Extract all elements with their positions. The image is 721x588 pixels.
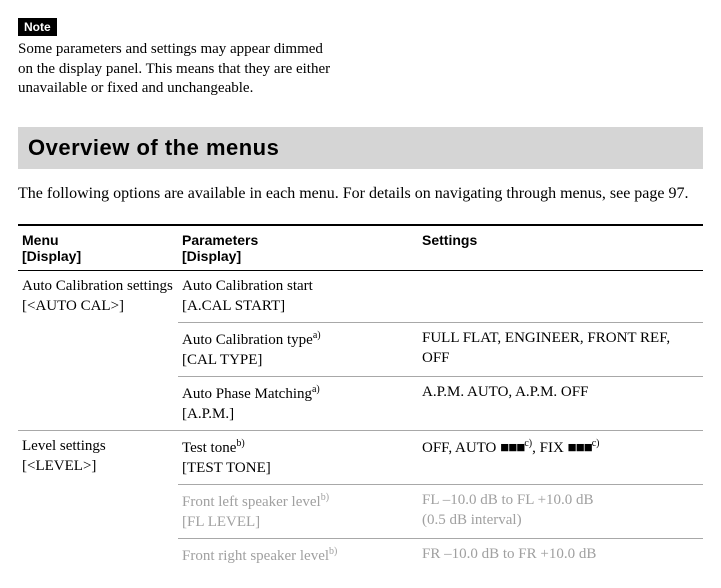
block-icon: ■■■ [568, 440, 592, 456]
param-cell: Front left speaker levelb) [FL LEVEL] [178, 485, 418, 539]
table-row: Level settings [<LEVEL>] Test toneb) [TE… [18, 431, 703, 485]
param-cell: Auto Phase Matchinga) [A.P.M.] [178, 377, 418, 431]
param-name: Auto Calibration start [182, 278, 313, 294]
footnote-ref: a) [313, 330, 321, 341]
col-settings-l1: Settings [422, 232, 477, 248]
param-display: [FL LEVEL] [182, 514, 260, 530]
footnote-ref: a) [312, 384, 320, 395]
menu-display: [<AUTO CAL>] [22, 298, 124, 314]
menu-name: Level settings [22, 438, 106, 454]
footnote-ref: c) [592, 438, 600, 449]
footnote-ref: b) [329, 546, 337, 557]
param-display: [TEST TONE] [182, 460, 271, 476]
menu-cell: Auto Calibration settings [<AUTO CAL>] [18, 271, 178, 431]
setting-cell: FULL FLAT, ENGINEER, FRONT REF, OFF [418, 323, 703, 377]
intro-text: The following options are available in e… [18, 183, 703, 205]
setting-part: OFF, AUTO [422, 440, 500, 456]
param-cell: Auto Calibration start [A.CAL START] [178, 271, 418, 323]
param-name: Auto Phase Matching [182, 386, 312, 402]
col-menu-l2: [Display] [22, 248, 81, 264]
param-cell: Test toneb) [TEST TONE] [178, 431, 418, 485]
setting-cell: OFF, AUTO ■■■c), FIX ■■■c) [418, 431, 703, 485]
param-name: Front right speaker level [182, 548, 329, 564]
setting-cell: A.P.M. AUTO, A.P.M. OFF [418, 377, 703, 431]
col-param-header: Parameters [Display] [178, 225, 418, 271]
col-menu-l1: Menu [22, 232, 59, 248]
param-cell: Auto Calibration typea) [CAL TYPE] [178, 323, 418, 377]
param-display: [CAL TYPE] [182, 352, 262, 368]
col-param-l1: Parameters [182, 232, 258, 248]
section-header: Overview of the menus [18, 127, 703, 169]
param-name: Auto Calibration type [182, 332, 313, 348]
setting-part: FL –10.0 dB to FL +10.0 dB [422, 492, 594, 508]
setting-part: , FIX [532, 440, 567, 456]
param-name: Front left speaker level [182, 494, 321, 510]
setting-cell: FR –10.0 dB to FR +10.0 dB [418, 539, 703, 573]
col-menu-header: Menu [Display] [18, 225, 178, 271]
footnote-ref: b) [321, 492, 329, 503]
param-display: [A.CAL START] [182, 298, 285, 314]
col-settings-header: Settings [418, 225, 703, 271]
setting-part: (0.5 dB interval) [422, 512, 522, 528]
col-param-l2: [Display] [182, 248, 241, 264]
note-text: Some parameters and settings may appear … [18, 40, 338, 99]
table-header-row: Menu [Display] Parameters [Display] Sett… [18, 225, 703, 271]
block-icon: ■■■ [500, 440, 524, 456]
menu-cell: Level settings [<LEVEL>] [18, 431, 178, 573]
setting-cell: FL –10.0 dB to FL +10.0 dB (0.5 dB inter… [418, 485, 703, 539]
footnote-ref: b) [236, 438, 244, 449]
param-name: Test tone [182, 440, 236, 456]
param-display: [A.P.M.] [182, 406, 234, 422]
menu-display: [<LEVEL>] [22, 458, 96, 474]
table-row: Auto Calibration settings [<AUTO CAL>] A… [18, 271, 703, 323]
setting-cell [418, 271, 703, 323]
menu-table: Menu [Display] Parameters [Display] Sett… [18, 224, 703, 573]
footnote-ref: c) [524, 438, 532, 449]
menu-name: Auto Calibration settings [22, 278, 173, 294]
param-cell: Front right speaker levelb) [178, 539, 418, 573]
note-badge: Note [18, 18, 57, 36]
